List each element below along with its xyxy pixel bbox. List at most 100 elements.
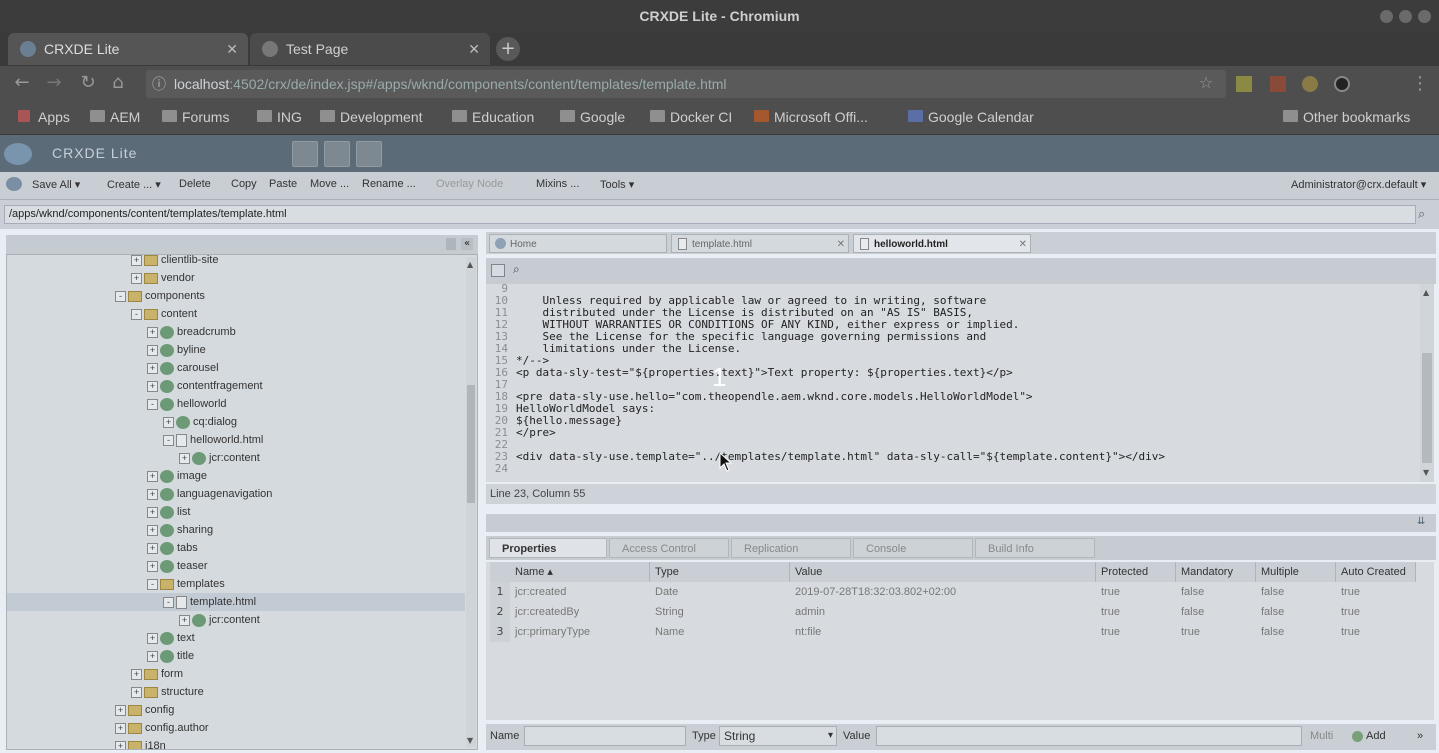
browser-tab-crxde[interactable]: CRXDE Lite ✕ bbox=[8, 33, 248, 65]
bookmark-folder[interactable]: AEM bbox=[90, 102, 140, 132]
collapse-icon[interactable]: - bbox=[131, 308, 142, 320]
property-cell[interactable]: false bbox=[1176, 582, 1256, 602]
property-cell[interactable]: 2019-07-28T18:32:03.802+02:00 bbox=[790, 582, 1096, 602]
tree-scroll-thumb[interactable] bbox=[467, 385, 475, 503]
tree-node[interactable]: - helloworld.html bbox=[7, 431, 465, 449]
close-tab-icon[interactable]: ✕ bbox=[1019, 235, 1027, 254]
scroll-down-icon[interactable]: ▼ bbox=[467, 736, 473, 745]
bookmark-microsoft[interactable]: Microsoft Offi... bbox=[754, 102, 868, 132]
property-cell[interactable]: false bbox=[1256, 602, 1336, 622]
scroll-down-icon[interactable]: ▼ bbox=[1423, 468, 1429, 477]
property-cell[interactable]: true bbox=[1096, 602, 1176, 622]
expand-icon[interactable]: + bbox=[179, 452, 190, 464]
tree-node[interactable]: + text bbox=[7, 629, 465, 647]
tree-node[interactable]: + clientlib-site bbox=[7, 251, 465, 269]
format-icon[interactable] bbox=[491, 264, 505, 277]
copy-button[interactable]: Copy bbox=[231, 178, 257, 190]
overlay-node-button[interactable]: Overlay Node bbox=[436, 178, 503, 190]
tab-properties[interactable]: Properties bbox=[489, 538, 607, 558]
tree-node[interactable]: - content bbox=[7, 305, 465, 323]
collapse-down-icon[interactable]: ⇊ bbox=[1417, 516, 1425, 527]
expand-icon[interactable]: + bbox=[147, 488, 158, 500]
package-icon[interactable] bbox=[324, 141, 350, 167]
column-header-auto-created[interactable]: Auto Created bbox=[1336, 562, 1416, 582]
tree-node[interactable]: + title bbox=[7, 647, 465, 665]
code-editor[interactable]: 9 10 Unless required by applicable law or… bbox=[486, 284, 1420, 482]
expand-icon[interactable]: + bbox=[115, 704, 126, 716]
path-input[interactable]: /apps/wknd/components/content/templates/… bbox=[4, 205, 1416, 224]
expand-icon[interactable]: + bbox=[147, 380, 158, 392]
forward-icon[interactable]: → bbox=[42, 72, 66, 93]
collapse-icon[interactable]: - bbox=[147, 578, 158, 590]
property-cell[interactable]: true bbox=[1096, 622, 1176, 642]
expand-icon[interactable]: + bbox=[147, 560, 158, 572]
tree-node[interactable]: + image bbox=[7, 467, 465, 485]
editor-tab-home[interactable]: Home bbox=[489, 234, 667, 253]
extension-icon[interactable] bbox=[1334, 76, 1350, 92]
add-button[interactable]: Add bbox=[1352, 730, 1386, 742]
expand-icon[interactable]: + bbox=[179, 614, 190, 626]
bookmark-folder[interactable]: Education bbox=[452, 102, 534, 132]
editor-scroll-thumb[interactable] bbox=[1422, 353, 1432, 463]
new-tab-button[interactable]: + bbox=[496, 37, 520, 61]
expand-icon[interactable]: + bbox=[131, 272, 142, 284]
tree-node[interactable]: + carousel bbox=[7, 359, 465, 377]
close-tab-icon[interactable]: ✕ bbox=[226, 33, 238, 65]
expand-icon[interactable]: + bbox=[131, 254, 142, 266]
bookmark-folder[interactable]: Google bbox=[560, 102, 625, 132]
search-icon[interactable]: ⌕ bbox=[1418, 207, 1425, 222]
extension-icon[interactable] bbox=[1302, 76, 1318, 92]
create-button[interactable]: Create ... ▾ bbox=[107, 178, 161, 191]
property-cell[interactable]: true bbox=[1336, 602, 1416, 622]
tab-build-info[interactable]: Build Info bbox=[975, 538, 1095, 558]
user-menu[interactable]: Administrator@crx.default ▾ bbox=[1291, 178, 1426, 191]
property-cell[interactable]: jcr:created bbox=[510, 582, 650, 602]
rename-button[interactable]: Rename ... bbox=[362, 178, 416, 190]
tree-node[interactable]: + jcr:content bbox=[7, 611, 465, 629]
column-header-value[interactable]: Value bbox=[790, 562, 1096, 582]
tree-node[interactable]: + form bbox=[7, 665, 465, 683]
collapse-icon[interactable]: - bbox=[163, 434, 174, 446]
property-cell[interactable]: String bbox=[650, 602, 790, 622]
column-header-name[interactable]: Name ▴ bbox=[510, 562, 650, 582]
tree-node[interactable]: + cq:dialog bbox=[7, 413, 465, 431]
bookmark-other[interactable]: Other bookmarks bbox=[1283, 102, 1410, 132]
expand-icon[interactable]: + bbox=[147, 362, 158, 374]
property-cell[interactable]: jcr:primaryType bbox=[510, 622, 650, 642]
property-cell[interactable]: admin bbox=[790, 602, 1096, 622]
property-cell[interactable]: true bbox=[1096, 582, 1176, 602]
tree-node[interactable]: + languagenavigation bbox=[7, 485, 465, 503]
expand-icon[interactable]: + bbox=[147, 524, 158, 536]
tree-node[interactable]: - templates bbox=[7, 575, 465, 593]
property-value-input[interactable] bbox=[876, 726, 1302, 746]
editor-tab-template[interactable]: template.html ✕ bbox=[671, 234, 849, 253]
tools-icon[interactable] bbox=[292, 141, 318, 167]
expand-icon[interactable]: + bbox=[147, 650, 158, 662]
tab-access-control[interactable]: Access Control bbox=[609, 538, 729, 558]
expand-icon[interactable]: + bbox=[115, 740, 126, 749]
tree-node[interactable]: + jcr:content bbox=[7, 449, 465, 467]
expand-icon[interactable]: + bbox=[147, 344, 158, 356]
tree-node[interactable]: + byline bbox=[7, 341, 465, 359]
property-cell[interactable]: false bbox=[1256, 582, 1336, 602]
column-header-protected[interactable]: Protected bbox=[1096, 562, 1176, 582]
column-header-mandatory[interactable]: Mandatory bbox=[1176, 562, 1256, 582]
expand-icon[interactable]: + bbox=[163, 416, 174, 428]
bookmark-folder[interactable]: Docker CI bbox=[650, 102, 732, 132]
extension-icon[interactable] bbox=[1236, 76, 1252, 92]
info-icon[interactable]: ⓘ bbox=[152, 70, 166, 98]
property-cell[interactable]: Name bbox=[650, 622, 790, 642]
tree-node[interactable]: + vendor bbox=[7, 269, 465, 287]
property-cell[interactable]: true bbox=[1336, 582, 1416, 602]
paste-button[interactable]: Paste bbox=[269, 178, 297, 190]
tree-node[interactable]: + list bbox=[7, 503, 465, 521]
star-icon[interactable]: ☆ bbox=[1194, 73, 1218, 92]
column-header-multiple[interactable]: Multiple bbox=[1256, 562, 1336, 582]
property-cell[interactable]: false bbox=[1176, 602, 1256, 622]
reload-icon[interactable]: ↻ bbox=[76, 72, 100, 93]
property-cell[interactable]: true bbox=[1176, 622, 1256, 642]
home-icon[interactable] bbox=[446, 238, 456, 250]
collapse-icon[interactable]: - bbox=[115, 290, 126, 302]
close-tab-icon[interactable]: ✕ bbox=[837, 235, 845, 254]
tree-node[interactable]: - template.html bbox=[7, 593, 465, 611]
